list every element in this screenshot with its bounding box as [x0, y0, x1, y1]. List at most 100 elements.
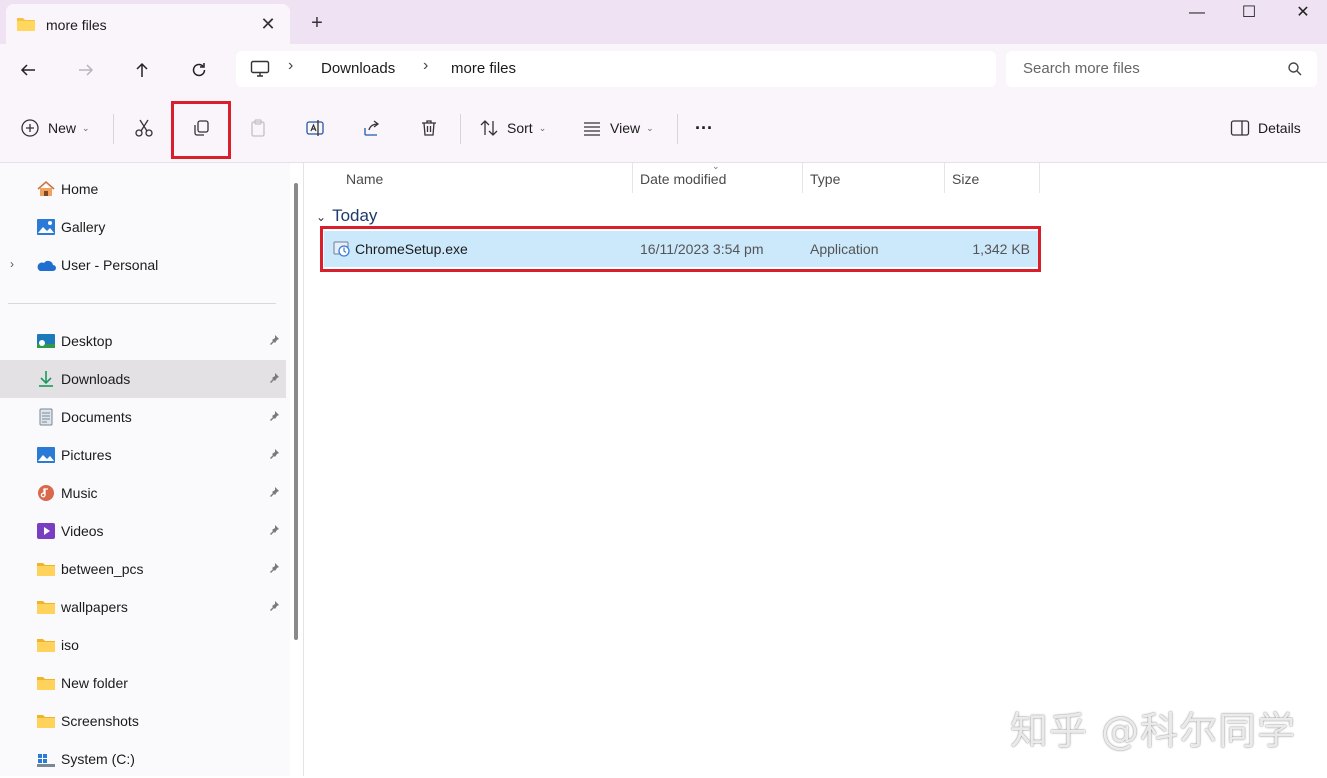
share-button[interactable] — [362, 113, 382, 143]
sidebar-item-user-personal[interactable]: › User - Personal — [0, 246, 286, 284]
pin-icon[interactable] — [268, 562, 280, 577]
column-divider[interactable] — [1039, 163, 1040, 193]
back-button[interactable] — [12, 56, 44, 84]
gallery-icon — [37, 219, 55, 235]
sidebar-item-music[interactable]: Music — [0, 474, 286, 512]
cut-button[interactable] — [134, 113, 154, 143]
clipboard-icon — [251, 119, 265, 137]
pin-icon[interactable] — [268, 524, 280, 539]
sidebar-item-label: Documents — [61, 409, 132, 425]
share-icon — [364, 120, 380, 136]
title-bar: more files ✕ + — ☐ ✕ — [0, 0, 1327, 44]
pin-icon[interactable] — [268, 600, 280, 615]
sidebar-item-label: Screenshots — [61, 713, 139, 729]
arrow-up-icon — [136, 62, 148, 77]
address-bar[interactable]: › Downloads › more files — [236, 51, 996, 87]
sidebar-item-videos[interactable]: Videos — [0, 512, 286, 550]
pin-icon[interactable] — [268, 486, 280, 501]
desktop-icon — [37, 334, 55, 348]
refresh-icon — [192, 63, 206, 77]
sidebar-divider — [8, 303, 276, 304]
sidebar-item-pictures[interactable]: Pictures — [0, 436, 286, 474]
column-divider[interactable] — [944, 163, 945, 193]
home-icon — [37, 181, 55, 196]
sidebar-item-label: iso — [61, 637, 79, 653]
watermark: 知乎 @科尔同学 — [1010, 709, 1297, 753]
refresh-button[interactable] — [183, 56, 215, 84]
chevron-right-icon[interactable]: › — [10, 257, 14, 271]
search-icon — [1287, 61, 1303, 82]
sidebar-item-downloads[interactable]: Downloads — [0, 360, 286, 398]
search-input[interactable]: Search more files — [1006, 51, 1317, 87]
sidebar-item-iso[interactable]: iso — [0, 626, 286, 664]
new-tab-button[interactable]: + — [304, 10, 330, 36]
trash-icon — [422, 120, 436, 136]
sidebar-item-label: wallpapers — [61, 599, 128, 615]
maximize-button[interactable]: ☐ — [1222, 0, 1276, 28]
chevron-down-icon: ⌄ — [316, 210, 327, 224]
breadcrumb-more-files[interactable]: more files — [451, 60, 516, 77]
close-window-button[interactable]: ✕ — [1276, 0, 1327, 28]
drive-icon — [37, 754, 55, 767]
details-label: Details — [1258, 120, 1301, 136]
sidebar-item-screenshots[interactable]: Screenshots — [0, 702, 286, 740]
pin-icon[interactable] — [268, 448, 280, 463]
sidebar-item-label: New folder — [61, 675, 128, 691]
delete-button[interactable] — [419, 113, 439, 143]
group-header-today[interactable]: ⌄ Today — [316, 206, 377, 226]
view-list-icon — [584, 122, 600, 136]
pin-icon[interactable] — [268, 410, 280, 425]
folder-icon — [37, 563, 55, 576]
forward-button[interactable] — [70, 56, 102, 84]
column-divider[interactable] — [802, 163, 803, 193]
column-header-size[interactable]: Size — [952, 171, 979, 187]
chevron-right-icon: › — [423, 57, 429, 74]
tab-title: more files — [46, 17, 107, 33]
file-row-highlight — [320, 226, 1041, 272]
pin-icon[interactable] — [268, 372, 280, 387]
download-icon — [39, 371, 53, 387]
column-header-type[interactable]: Type — [810, 171, 840, 187]
music-icon — [38, 485, 54, 501]
column-header-date[interactable]: Date modified — [640, 171, 726, 187]
minimize-button[interactable]: — — [1170, 0, 1224, 28]
new-button[interactable]: New ⌄ — [20, 113, 90, 143]
sidebar-item-home[interactable]: Home — [0, 170, 286, 208]
sidebar-item-documents[interactable]: Documents — [0, 398, 286, 436]
sort-icon — [480, 120, 498, 136]
sidebar-scrollbar[interactable] — [294, 183, 298, 640]
sidebar-item-desktop[interactable]: Desktop — [0, 322, 286, 360]
sidebar-item-new-folder[interactable]: New folder — [0, 664, 286, 702]
this-pc-icon — [250, 60, 270, 83]
breadcrumb-downloads[interactable]: Downloads — [321, 60, 395, 77]
column-divider[interactable] — [632, 163, 633, 193]
details-button[interactable]: Details — [1230, 113, 1301, 143]
document-icon — [39, 408, 53, 426]
sidebar-item-label: Videos — [61, 523, 104, 539]
tab-more-files[interactable]: more files ✕ — [6, 4, 290, 44]
pin-icon[interactable] — [268, 334, 280, 349]
sort-button[interactable]: Sort ⌄ — [479, 113, 546, 143]
column-header-name[interactable]: Name — [346, 171, 383, 187]
sidebar-item-label: Downloads — [61, 371, 131, 387]
folder-icon — [16, 16, 36, 37]
navigation-bar: › Downloads › more files Search more fil… — [0, 44, 1327, 96]
view-label: View — [610, 120, 641, 136]
sidebar-item-system-c[interactable]: System (C:) — [0, 740, 286, 778]
sidebar-item-wallpapers[interactable]: wallpapers — [0, 588, 286, 626]
rename-button[interactable] — [305, 113, 325, 143]
see-more-button[interactable]: ··· — [695, 113, 713, 143]
scissors-icon — [135, 119, 153, 137]
sidebar-item-between-pcs[interactable]: between_pcs — [0, 550, 286, 588]
chevron-right-icon: › — [288, 57, 294, 74]
plus-circle-icon — [21, 119, 39, 137]
view-button[interactable]: View ⌄ — [582, 113, 654, 143]
file-list: Name ⌄ Date modified Type Size ⌄ Today Ch… — [304, 161, 1327, 776]
up-button[interactable] — [126, 56, 158, 84]
sidebar-item-gallery[interactable]: Gallery — [0, 208, 286, 246]
paste-button[interactable] — [248, 113, 268, 143]
close-tab-button[interactable]: ✕ — [256, 12, 280, 36]
pictures-icon — [37, 447, 55, 463]
arrow-right-icon — [79, 64, 94, 76]
folder-icon — [37, 639, 55, 652]
